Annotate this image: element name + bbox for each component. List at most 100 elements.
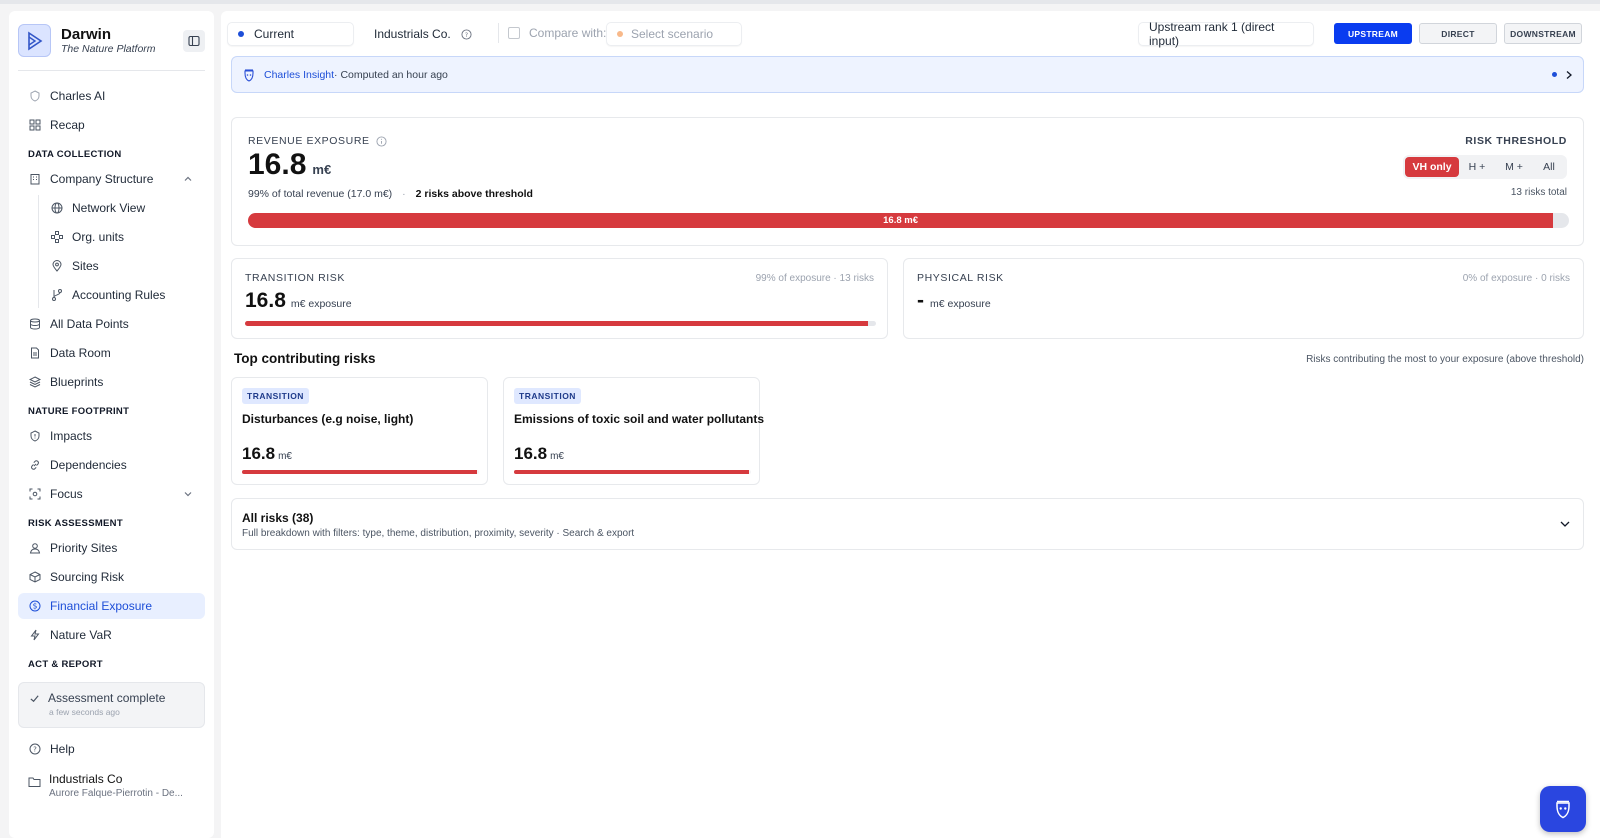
- company-label: Industrials Co.: [374, 27, 451, 41]
- dollar-circle-icon: $: [28, 599, 42, 613]
- sidebar-item-impacts[interactable]: Impacts: [18, 423, 205, 449]
- sidebar-item-label: Accounting Rules: [72, 288, 166, 302]
- risk-type-tag: TRANSITION: [514, 388, 581, 404]
- sidebar-item-financial-exposure[interactable]: $ Financial Exposure: [18, 593, 205, 619]
- sidebar-item-accounting-rules[interactable]: Accounting Rules: [39, 282, 205, 308]
- threshold-h-plus-button[interactable]: H +: [1459, 157, 1495, 177]
- risk-name: Disturbances (e.g noise, light): [242, 412, 414, 426]
- panel-left-icon: [188, 35, 200, 46]
- risk-threshold-label: RISK THRESHOLD: [1465, 135, 1567, 147]
- sidebar-item-recap[interactable]: Recap: [18, 112, 205, 138]
- sidebar-item-company-structure[interactable]: Company Structure: [18, 166, 205, 192]
- sidebar-item-label: Help: [50, 742, 75, 756]
- sidebar-item-label: Focus: [50, 487, 83, 501]
- revenue-exposure-bar: 16.8 m€: [248, 213, 1569, 228]
- sidebar-item-blueprints[interactable]: Blueprints: [18, 369, 205, 395]
- org-user: Aurore Falque-Pierrotin - De...: [49, 788, 183, 799]
- upstream-rank-select[interactable]: Upstream rank 1 (direct input): [1138, 20, 1314, 48]
- threshold-m-plus-button[interactable]: M +: [1495, 157, 1533, 177]
- assessment-title: Assessment complete: [48, 691, 166, 705]
- revenue-exposure-unit: m€: [312, 162, 332, 177]
- risk-bar: [514, 470, 751, 474]
- risk-name: Emissions of toxic soil and water pollut…: [514, 412, 765, 426]
- mode-upstream-button[interactable]: UPSTREAM: [1334, 23, 1412, 44]
- sidebar-item-charles-ai[interactable]: Charles AI: [18, 83, 205, 109]
- sidebar-item-nature-var[interactable]: Nature VaR: [18, 622, 205, 648]
- risks-above-threshold: 2 risks above threshold: [415, 188, 533, 200]
- sidebar-item-all-data-points[interactable]: All Data Points: [18, 311, 205, 337]
- sidebar-item-sourcing-risk[interactable]: Sourcing Risk: [18, 564, 205, 590]
- link-icon: [28, 458, 42, 472]
- sidebar-item-label: Charles AI: [50, 89, 106, 103]
- current-scenario-chip[interactable]: Current: [227, 22, 354, 46]
- sidebar-item-focus[interactable]: Focus: [18, 481, 205, 507]
- physical-risk-value: -: [917, 289, 924, 312]
- scenario-placeholder: Select scenario: [631, 27, 714, 41]
- sidebar-item-label: Network View: [72, 201, 146, 215]
- physical-risk-card[interactable]: PHYSICAL RISK 0% of exposure · 0 risks -…: [903, 258, 1584, 339]
- company-selector[interactable]: Industrials Co. ?: [364, 22, 482, 46]
- compare-label: Compare with:: [529, 26, 607, 40]
- risk-bar-fill: [242, 470, 477, 474]
- sidebar-item-label: Financial Exposure: [50, 599, 153, 613]
- sidebar-item-data-room[interactable]: Data Room: [18, 340, 205, 366]
- all-risks-subtitle: Full breakdown with filters: type, theme…: [242, 528, 635, 539]
- compare-toggle[interactable]: Compare with:: [508, 26, 606, 40]
- help-circle-icon: ?: [28, 742, 42, 756]
- chevron-up-icon: [183, 173, 193, 187]
- sidebar-item-label: Sourcing Risk: [50, 570, 125, 584]
- mode-direct-button[interactable]: DIRECT: [1419, 23, 1497, 44]
- sidebar-item-label: Sites: [72, 259, 99, 273]
- darwin-logo-icon[interactable]: [18, 24, 51, 57]
- sidebar: Darwin The Nature Platform Charles AI Re…: [9, 11, 214, 838]
- package-icon: [28, 570, 42, 584]
- sidebar-item-org-units[interactable]: Org. units: [39, 224, 205, 250]
- transition-risk-card[interactable]: TRANSITION RISK 99% of exposure · 13 ris…: [231, 258, 888, 339]
- git-branch-icon: [50, 288, 64, 302]
- risk-card-emissions[interactable]: TRANSITION Emissions of toxic soil and w…: [503, 377, 764, 485]
- robot-icon: [242, 68, 256, 82]
- sidebar-collapse-button[interactable]: [183, 29, 205, 52]
- info-icon[interactable]: [376, 135, 387, 147]
- revenue-exposure-label: REVENUE EXPOSURE: [248, 135, 370, 147]
- sidebar-item-network-view[interactable]: Network View: [39, 195, 205, 221]
- sidebar-item-label: Impacts: [50, 429, 93, 443]
- all-risks-accordion[interactable]: All risks (38) Full breakdown with filte…: [231, 498, 1584, 550]
- top-toolbar: Current Industrials Co. ? Compare with: …: [221, 11, 1600, 56]
- nodes-icon: [50, 230, 64, 244]
- compare-checkbox[interactable]: [508, 27, 520, 39]
- chevron-down-icon[interactable]: [1559, 518, 1571, 530]
- transition-risk-unit: m€ exposure: [290, 298, 352, 310]
- risk-unit: m€: [550, 451, 564, 462]
- assessment-status[interactable]: Assessment complete a few seconds ago: [18, 682, 205, 728]
- threshold-vh-only-button[interactable]: VH only: [1405, 157, 1459, 177]
- mode-downstream-button[interactable]: DOWNSTREAM: [1504, 23, 1582, 44]
- threshold-all-button[interactable]: All: [1533, 157, 1565, 177]
- transition-risk-bar-fill: [245, 321, 869, 326]
- building-icon: [28, 172, 42, 186]
- chevron-right-icon[interactable]: [1565, 70, 1573, 80]
- sidebar-item-label: Recap: [50, 118, 85, 132]
- section-data-collection: DATA COLLECTION: [28, 148, 122, 160]
- transition-risk-meta: 99% of exposure · 13 risks: [755, 273, 874, 284]
- organization-switcher[interactable]: Industrials Co Aurore Falque-Pierrotin -…: [18, 772, 205, 799]
- revenue-bar-label: 16.8 m€: [883, 215, 918, 226]
- sidebar-item-priority-sites[interactable]: Priority Sites: [18, 535, 205, 561]
- physical-risk-unit: m€ exposure: [930, 298, 991, 310]
- sidebar-item-dependencies[interactable]: Dependencies: [18, 452, 205, 478]
- charles-insight-banner[interactable]: Charles Insight · Computed an hour ago: [231, 56, 1584, 93]
- revenue-exposure-card: REVENUE EXPOSURE 16.8 m€ 99% of total re…: [231, 117, 1584, 246]
- assistant-fab-button[interactable]: [1540, 786, 1586, 832]
- sidebar-item-sites[interactable]: Sites: [39, 253, 205, 279]
- section-nature-footprint: NATURE FOOTPRINT: [28, 405, 130, 417]
- physical-risk-label: PHYSICAL RISK: [917, 272, 1004, 284]
- scenario-dot-icon: [617, 31, 623, 37]
- brand-subtitle: The Nature Platform: [61, 43, 156, 55]
- sidebar-item-help[interactable]: ? Help: [18, 736, 205, 762]
- scenario-select[interactable]: Select scenario: [606, 22, 742, 46]
- database-icon: [28, 317, 42, 331]
- risk-card-disturbances[interactable]: TRANSITION Disturbances (e.g noise, ligh…: [231, 377, 488, 485]
- svg-text:$: $: [33, 602, 38, 611]
- lightning-icon: [28, 628, 42, 642]
- user-pin-icon: [28, 541, 42, 555]
